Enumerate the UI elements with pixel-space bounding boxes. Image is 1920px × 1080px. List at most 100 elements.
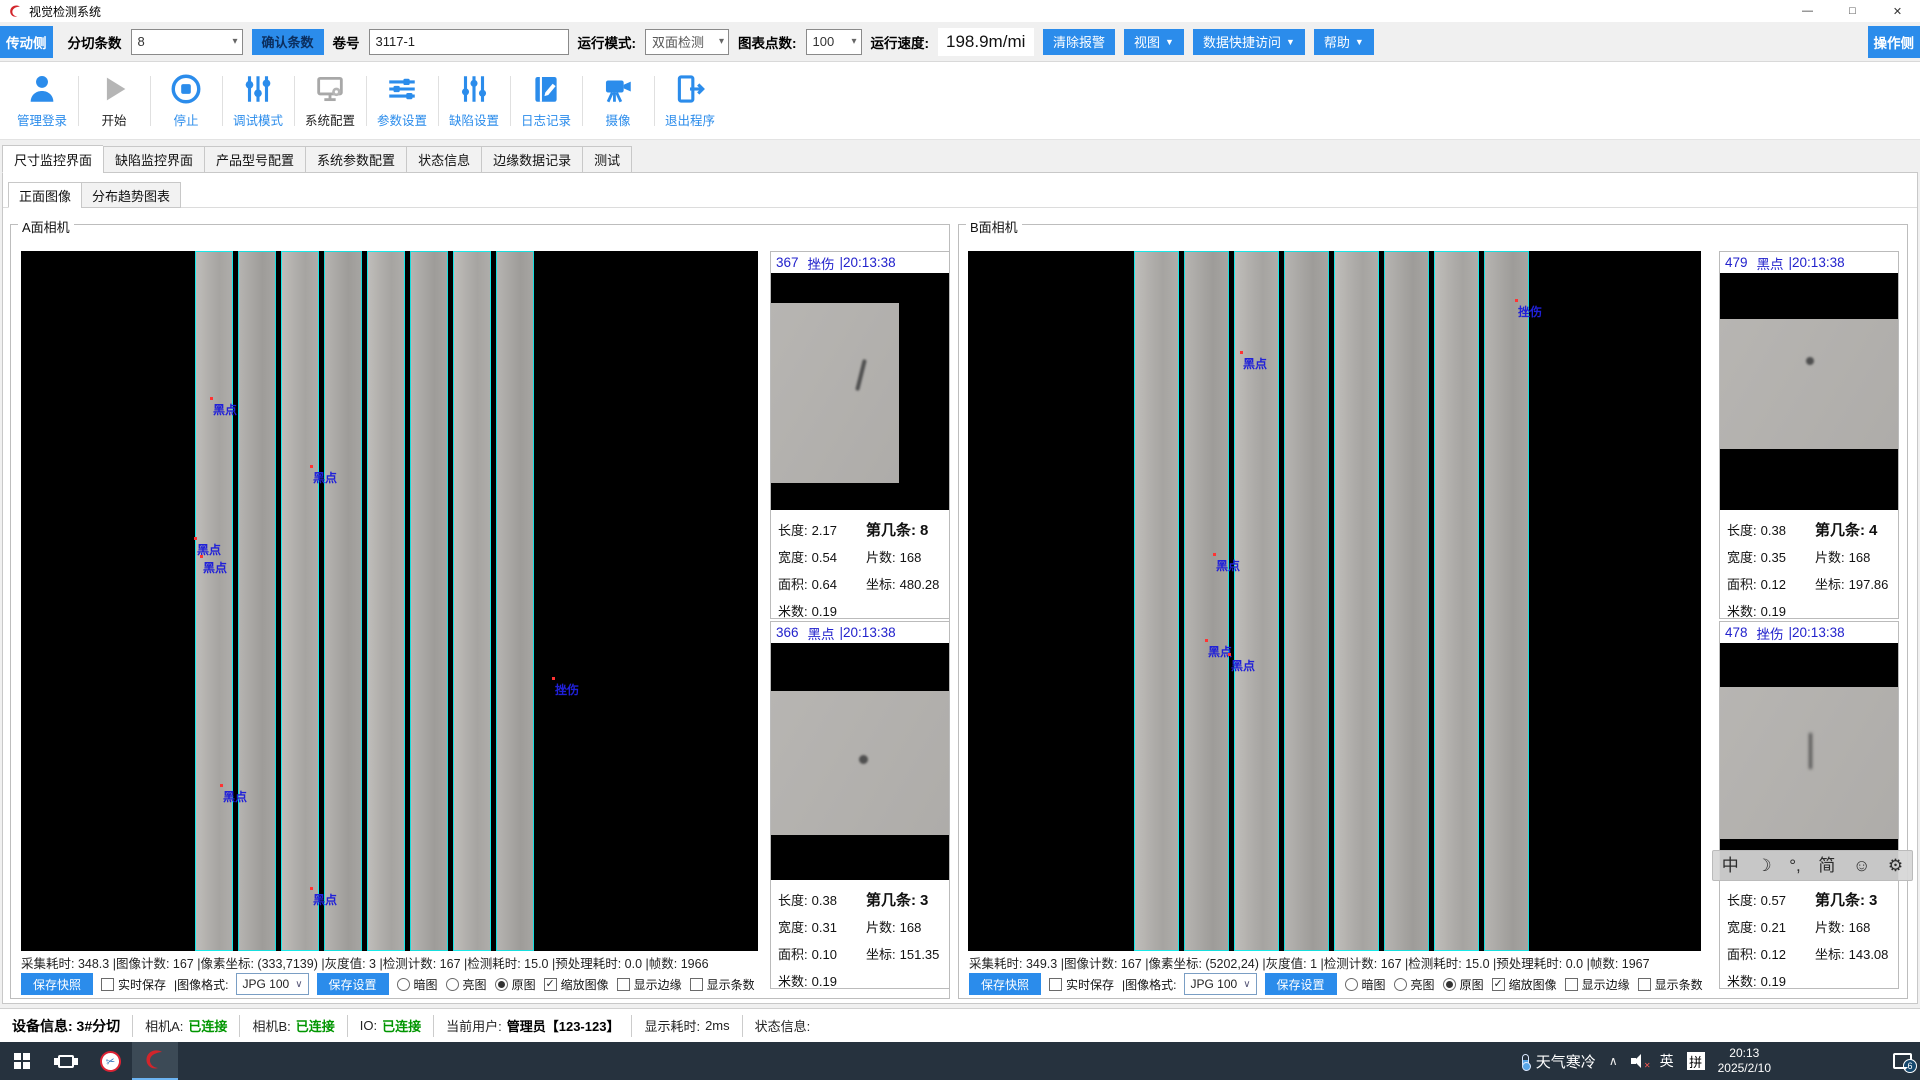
image-format-select[interactable]: JPG 100∨ [1184, 973, 1256, 995]
operator-side-button[interactable]: 操作侧 [1868, 26, 1920, 58]
tab-system-parameter-config[interactable]: 系统参数配置 [305, 146, 406, 173]
bright-image-radio[interactable] [446, 978, 459, 991]
defect-stats: 长度:0.38第几条:3 宽度:0.31片数:168 面积:0.10坐标:151… [771, 880, 949, 989]
ime-emoji-picker[interactable]: ☺ [1853, 857, 1870, 874]
taskbar-clock[interactable]: 20:132025/2/10 [1718, 1046, 1771, 1076]
tab-size-monitor[interactable]: 尺寸监控界面 [2, 145, 103, 173]
defect-overlay-label: 黑点 [213, 401, 237, 418]
ime-lang-chinese[interactable]: 中 [1722, 857, 1739, 874]
log-record-button[interactable]: 日志记录 [510, 68, 582, 134]
fabric-strip [238, 251, 276, 951]
close-button[interactable]: ✕ [1875, 0, 1920, 22]
defect-entry[interactable]: 367 挫伤 |20:13:38 长度:2.17第几条:8 宽度:0.54片数:… [770, 251, 950, 619]
ribbon-toolbar: 管理登录 开始 停止 调试模式 系统配置 参数设置 缺陷设置 日志记录 摄像 退… [0, 62, 1920, 140]
taskbar-app-active[interactable] [132, 1042, 178, 1080]
defect-entry-header: 478 挫伤 |20:13:38 [1720, 622, 1898, 643]
menu-arrow-icon: ▼ [1165, 37, 1174, 47]
capture-camera-button[interactable]: 摄像 [582, 68, 654, 134]
original-image-radio[interactable] [1443, 978, 1456, 991]
defect-settings-button[interactable]: 缺陷设置 [438, 68, 510, 134]
bright-image-radio[interactable] [1394, 978, 1407, 991]
window-title: 视觉检测系统 [29, 3, 101, 20]
subtab-divider [3, 207, 1917, 208]
camera-a-status-line: 采集耗时: 348.3 |图像计数: 167 |像素坐标: (333,7139)… [21, 953, 709, 972]
strip-count-select[interactable]: 8▾ [131, 29, 243, 55]
chart-points-select[interactable]: 100▾ [806, 29, 862, 55]
tray-expand-chevron[interactable]: ∧ [1609, 1054, 1618, 1068]
start-button[interactable]: 开始 [78, 68, 150, 134]
camera-a-connection: 相机A:已连接 [133, 1015, 240, 1037]
original-image-radio[interactable] [495, 978, 508, 991]
menu-arrow-icon: ▼ [1286, 37, 1295, 47]
defect-id: 367 [776, 255, 799, 270]
tab-edge-data-record[interactable]: 边缘数据记录 [481, 146, 582, 173]
ime-pinyin-badge[interactable]: 拼 [1687, 1052, 1705, 1070]
save-settings-button[interactable]: 保存设置 [317, 973, 389, 995]
save-snapshot-button[interactable]: 保存快照 [969, 973, 1041, 995]
dark-image-radio[interactable] [397, 978, 410, 991]
data-quick-access-menu-button[interactable]: 数据快捷访问▼ [1193, 29, 1305, 55]
minimize-button[interactable]: — [1785, 0, 1830, 22]
dark-image-radio[interactable] [1345, 978, 1358, 991]
admin-login-button[interactable]: 管理登录 [6, 68, 78, 134]
fabric-strip [1384, 251, 1429, 951]
zoom-image-checkbox[interactable] [544, 978, 557, 991]
image-format-select[interactable]: JPG 100∨ [236, 973, 308, 995]
ime-punctuation-toggle[interactable]: °, [1789, 857, 1801, 874]
notification-badge: 6 [1903, 1059, 1917, 1073]
defect-thumbnail [771, 273, 949, 510]
realtime-save-checkbox[interactable] [1049, 978, 1062, 991]
roll-number-input[interactable] [369, 29, 569, 55]
debug-mode-button[interactable]: 调试模式 [222, 68, 294, 134]
task-view-button[interactable] [44, 1042, 88, 1080]
camera-a-defect-panel: 367 挫伤 |20:13:38 长度:2.17第几条:8 宽度:0.54片数:… [770, 251, 950, 991]
ime-simplified-toggle[interactable]: 简 [1818, 857, 1835, 874]
fabric-strip [1184, 251, 1229, 951]
maximize-button[interactable]: □ [1830, 0, 1875, 22]
parameter-settings-button[interactable]: 参数设置 [366, 68, 438, 134]
zoom-image-checkbox[interactable] [1492, 978, 1505, 991]
drive-side-button[interactable]: 传动侧 [0, 26, 53, 58]
ime-language-bar[interactable]: 中 ☽ °, 简 ☺ ⚙ [1712, 850, 1913, 881]
defect-entry[interactable]: 479 黑点 |20:13:38 长度:0.38第几条:4 宽度:0.35片数:… [1719, 251, 1899, 619]
system-config-button[interactable]: 系统配置 [294, 68, 366, 134]
view-menu-button[interactable]: 视图▼ [1124, 29, 1184, 55]
show-strip-count-checkbox[interactable] [1638, 978, 1651, 991]
language-indicator[interactable]: 英 [1660, 1051, 1674, 1071]
weather-widget[interactable]: 天气寒冷 [1522, 1051, 1596, 1072]
tab-test[interactable]: 测试 [582, 146, 632, 173]
start-button[interactable] [0, 1042, 44, 1080]
ime-settings[interactable]: ⚙ [1888, 857, 1903, 874]
tab-defect-monitor[interactable]: 缺陷监控界面 [103, 146, 204, 173]
defect-entry-header: 366 黑点 |20:13:38 [771, 622, 949, 643]
subtab-distribution-trend-chart[interactable]: 分布趋势图表 [81, 182, 181, 208]
run-mode-select[interactable]: 双面检测▾ [645, 29, 729, 55]
image-format-label: |图像格式: [1122, 976, 1176, 993]
defect-entry[interactable]: 478 挫伤 |20:13:38 长度:0.57第几条:3 宽度:0.21片数:… [1719, 621, 1899, 989]
realtime-save-checkbox[interactable] [101, 978, 114, 991]
camera-a-image[interactable]: 黑点黑点黑点黑点挫伤黑点黑点 [21, 251, 758, 951]
camera-a-group: A面相机 黑点黑点黑点黑点挫伤黑点黑点 367 挫伤 |20:13:38 长度:… [10, 224, 950, 999]
snipping-tool-button[interactable]: ✂ [88, 1042, 132, 1080]
thermometer-icon [1522, 1054, 1529, 1068]
system-tray: 天气寒冷 ∧ ✕ 英 拼 20:132025/2/10 6 [1522, 1046, 1920, 1076]
help-menu-button[interactable]: 帮助▼ [1314, 29, 1374, 55]
save-settings-button[interactable]: 保存设置 [1265, 973, 1337, 995]
stop-button[interactable]: 停止 [150, 68, 222, 134]
clear-alarm-button[interactable]: 清除报警 [1043, 29, 1115, 55]
show-edge-checkbox[interactable] [1565, 978, 1578, 991]
subtab-front-image[interactable]: 正面图像 [8, 182, 81, 208]
exit-program-button[interactable]: 退出程序 [654, 68, 726, 134]
volume-muted-icon[interactable]: ✕ [1631, 1054, 1647, 1068]
ime-fullwidth-toggle[interactable]: ☽ [1756, 857, 1771, 874]
defect-entry[interactable]: 366 黑点 |20:13:38 长度:0.38第几条:3 宽度:0.31片数:… [770, 621, 950, 989]
tab-product-model-config[interactable]: 产品型号配置 [204, 146, 305, 173]
windows-taskbar: ✂ 天气寒冷 ∧ ✕ 英 拼 20:132025/2/10 6 [0, 1042, 1920, 1080]
show-strip-count-checkbox[interactable] [690, 978, 703, 991]
camera-b-image[interactable]: 挫伤黑点黑点黑点黑点 [968, 251, 1701, 951]
show-edge-checkbox[interactable] [617, 978, 630, 991]
confirm-count-button[interactable]: 确认条数 [252, 29, 324, 55]
action-center-icon[interactable]: 6 [1893, 1053, 1912, 1069]
tab-status-info[interactable]: 状态信息 [406, 146, 481, 173]
save-snapshot-button[interactable]: 保存快照 [21, 973, 93, 995]
